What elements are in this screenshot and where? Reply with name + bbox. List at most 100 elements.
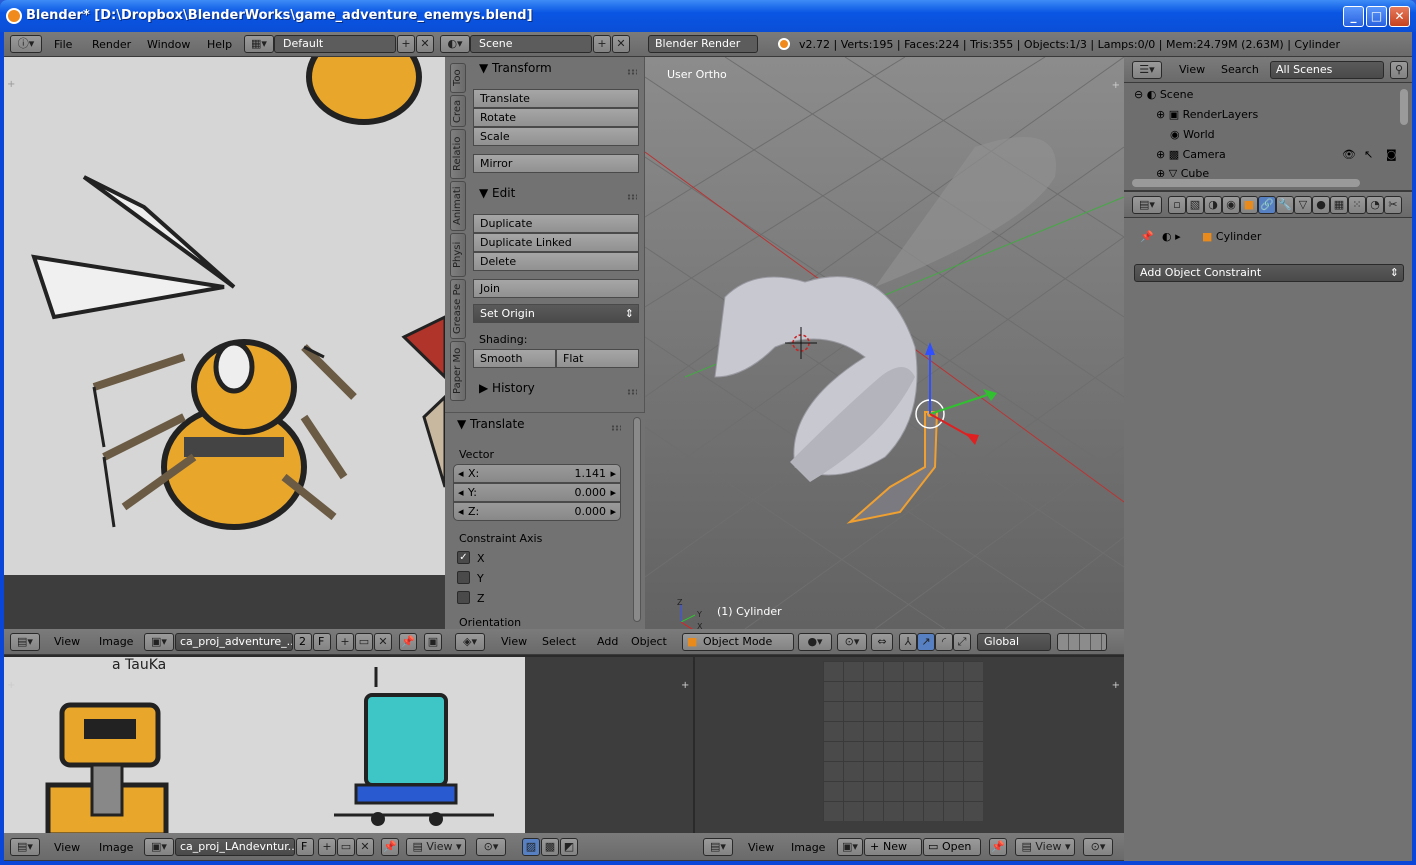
duplicate-linked-button[interactable]: Duplicate Linked bbox=[473, 233, 639, 252]
scene-icon[interactable]: ◐▾ bbox=[440, 35, 470, 53]
3d-viewport[interactable]: Z Y X User Ortho (1) Cylinder + bbox=[645, 57, 1124, 629]
menu-help[interactable]: Help bbox=[207, 38, 232, 51]
paper-model-tab-icon[interactable]: ✂ bbox=[1384, 196, 1402, 214]
vector-y-field[interactable]: ◂ Y: 0.000 ▸ bbox=[453, 483, 621, 502]
alpha-checker-icon[interactable]: ▩ bbox=[541, 838, 559, 856]
drag-handle-icon[interactable] bbox=[627, 69, 637, 75]
translate-manipulator-icon[interactable]: ↗ bbox=[917, 633, 935, 651]
image-users-count[interactable]: 2 bbox=[294, 633, 312, 651]
new-image-icon[interactable]: + bbox=[336, 633, 354, 651]
render-layers-tab-icon[interactable]: ▧ bbox=[1186, 196, 1204, 214]
orientation-select[interactable]: Global bbox=[977, 633, 1051, 651]
object-tab-icon[interactable]: ■ bbox=[1240, 196, 1258, 214]
close-button[interactable]: ✕ bbox=[1389, 6, 1410, 27]
vector-z-field[interactable]: ◂ Z: 0.000 ▸ bbox=[453, 502, 621, 521]
constraint-y-checkbox[interactable] bbox=[457, 571, 470, 584]
area-corner-plus-icon[interactable]: + bbox=[1112, 80, 1120, 91]
pin-icon[interactable]: 📌 bbox=[1140, 230, 1154, 243]
remove-layout-icon[interactable]: ✕ bbox=[416, 35, 434, 53]
mode-select[interactable]: ■ Object Mode bbox=[682, 633, 794, 651]
tab-paper-model[interactable]: Paper Mo bbox=[450, 341, 466, 401]
menu-file[interactable]: File bbox=[54, 38, 72, 51]
drag-handle-icon[interactable] bbox=[627, 389, 637, 395]
outliner-menu-search[interactable]: Search bbox=[1221, 63, 1259, 76]
new-image-icon[interactable]: + bbox=[318, 838, 336, 856]
viewport-shading-icon[interactable]: ●▾ bbox=[798, 633, 832, 651]
image-browse-icon[interactable]: ▣▾ bbox=[837, 838, 863, 856]
editor-type-image-icon[interactable]: ▤▾ bbox=[10, 633, 40, 651]
operator-scrollbar[interactable] bbox=[633, 417, 641, 622]
tab-physics[interactable]: Physi bbox=[450, 233, 466, 277]
modifiers-tab-icon[interactable]: 🔧 bbox=[1276, 196, 1294, 214]
translate-operator-header[interactable]: ▼ Translate bbox=[457, 417, 525, 431]
menu-render[interactable]: Render bbox=[92, 38, 131, 51]
data-tab-icon[interactable]: ▽ bbox=[1294, 196, 1312, 214]
render-tab-icon[interactable]: ▫ bbox=[1168, 196, 1186, 214]
outliner-item-renderlayers[interactable]: ⊕ ▣ RenderLayers bbox=[1156, 108, 1258, 121]
menu-window[interactable]: Window bbox=[147, 38, 190, 51]
drag-handle-icon[interactable] bbox=[611, 425, 621, 431]
tab-relations[interactable]: Relatio bbox=[450, 129, 466, 179]
area-corner-plus-icon[interactable]: + bbox=[1112, 680, 1120, 691]
vector-x-field[interactable]: ◂ X: 1.141 ▸ bbox=[453, 464, 621, 483]
constraint-z-checkbox[interactable] bbox=[457, 591, 470, 604]
layout-icon[interactable]: ▦▾ bbox=[244, 35, 274, 53]
image-bottom-menu-view[interactable]: View bbox=[54, 841, 80, 854]
delete-button[interactable]: Delete bbox=[473, 252, 639, 271]
constraint-x-checkbox[interactable]: ✓ bbox=[457, 551, 470, 564]
viewport-menu-select[interactable]: Select bbox=[542, 635, 576, 648]
constraints-tab-icon[interactable]: 🔗 bbox=[1258, 196, 1276, 214]
duplicate-button[interactable]: Duplicate bbox=[473, 214, 639, 233]
unlink-image-icon[interactable]: ✕ bbox=[374, 633, 392, 651]
layout-field[interactable]: Default bbox=[274, 35, 396, 53]
outliner-item-scene[interactable]: ⊖ ◐ Scene bbox=[1134, 88, 1193, 101]
editor-type-image-icon[interactable]: ▤▾ bbox=[10, 838, 40, 856]
scene-field[interactable]: Scene bbox=[470, 35, 592, 53]
image-right-menu-image[interactable]: Image bbox=[791, 841, 825, 854]
flat-button[interactable]: Flat bbox=[556, 349, 639, 368]
outliner-item-world[interactable]: ◉ World bbox=[1170, 128, 1215, 141]
viewport-menu-add[interactable]: Add bbox=[597, 635, 618, 648]
pivot-icon[interactable]: ⊙▾ bbox=[476, 838, 506, 856]
add-scene-icon[interactable]: + bbox=[593, 35, 611, 53]
renderability-camera-icon[interactable]: ◙ bbox=[1386, 148, 1397, 161]
image-misc-icon[interactable]: ▣ bbox=[424, 633, 442, 651]
pivot-icon[interactable]: ⊙▾ bbox=[1083, 838, 1113, 856]
image-browse-icon[interactable]: ▣▾ bbox=[144, 633, 174, 651]
area-corner-plus-icon[interactable]: + bbox=[681, 680, 689, 691]
history-panel-header[interactable]: ▶ History bbox=[479, 381, 535, 395]
particles-tab-icon[interactable]: ⁙ bbox=[1348, 196, 1366, 214]
selectability-cursor-icon[interactable]: ↖ bbox=[1364, 148, 1373, 161]
pin-icon[interactable]: 📌 bbox=[989, 838, 1007, 856]
manipulator-toggle-icon[interactable]: ⇔ bbox=[871, 633, 893, 651]
material-tab-icon[interactable]: ● bbox=[1312, 196, 1330, 214]
area-corner-plus-icon[interactable]: + bbox=[7, 680, 15, 691]
editor-type-3d-icon[interactable]: ◈▾ bbox=[455, 633, 485, 651]
view-mode-select[interactable]: ▤ View ▾ bbox=[406, 838, 466, 856]
outliner-item-cube[interactable]: ⊕ ▽ Cube bbox=[1156, 167, 1209, 177]
editor-type-info-icon[interactable]: ⓘ▾ bbox=[10, 35, 42, 53]
smooth-button[interactable]: Smooth bbox=[473, 349, 556, 368]
drag-handle-icon[interactable] bbox=[627, 194, 637, 200]
join-button[interactable]: Join bbox=[473, 279, 639, 298]
pin-icon[interactable]: 📌 bbox=[399, 633, 417, 651]
outliner-filter-select[interactable]: All Scenes bbox=[1270, 61, 1384, 79]
view-mode-select[interactable]: ▤ View ▾ bbox=[1015, 838, 1075, 856]
tab-grease-pencil[interactable]: Grease Pe bbox=[450, 279, 466, 339]
physics-tab-icon[interactable]: ◔ bbox=[1366, 196, 1384, 214]
tab-create[interactable]: Crea bbox=[450, 95, 466, 127]
pivot-point-icon[interactable]: ⊙▾ bbox=[837, 633, 867, 651]
pin-icon[interactable]: 📌 bbox=[381, 838, 399, 856]
outliner-menu-view[interactable]: View bbox=[1179, 63, 1205, 76]
image-bottom-menu-image[interactable]: Image bbox=[99, 841, 133, 854]
set-origin-dropdown[interactable]: Set Origin ⇕ bbox=[473, 304, 639, 323]
scale-manipulator-icon[interactable]: ⤢ bbox=[953, 633, 971, 651]
editor-type-outliner-icon[interactable]: ☰▾ bbox=[1132, 61, 1162, 79]
add-object-constraint-select[interactable]: Add Object Constraint ⇕ bbox=[1134, 264, 1404, 282]
transform-manipulator-icon[interactable]: ⅄ bbox=[899, 633, 917, 651]
texture-tab-icon[interactable]: ▦ bbox=[1330, 196, 1348, 214]
image-name-field[interactable]: ca_proj_LAndevntur... bbox=[175, 838, 295, 856]
unlink-image-icon[interactable]: ✕ bbox=[356, 838, 374, 856]
outliner-horizontal-scrollbar[interactable] bbox=[1132, 179, 1360, 187]
editor-type-properties-icon[interactable]: ▤▾ bbox=[1132, 196, 1162, 214]
